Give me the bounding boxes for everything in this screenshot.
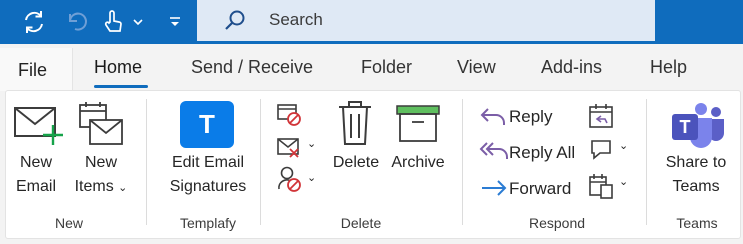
- templafy-logo-icon: T: [180, 101, 234, 148]
- ignore-icon: [277, 104, 301, 126]
- undo-icon[interactable]: [63, 0, 93, 44]
- tab-addins[interactable]: Add-ins: [541, 57, 602, 78]
- ribbon-panel: New Email New Items ⌄ New T Edit Email S…: [5, 90, 741, 239]
- teams-logo-icon: T: [672, 103, 724, 148]
- customize-toolbar-icon[interactable]: [164, 0, 186, 44]
- search-box[interactable]: Search: [197, 0, 655, 41]
- group-divider: [146, 99, 147, 225]
- edit-signatures-label-2: Signatures: [169, 178, 247, 195]
- meeting-reply-icon: [589, 104, 613, 128]
- chat-reply-icon: [591, 140, 611, 160]
- chevron-down-icon: ⌄: [619, 140, 629, 152]
- group-label-teams: Teams: [676, 215, 718, 231]
- new-items-label-1: New: [84, 154, 117, 171]
- group-divider: [646, 99, 647, 225]
- archive-label: Archive: [391, 154, 445, 171]
- tab-file-label: File: [18, 60, 48, 80]
- clean-up-icon: [277, 138, 299, 158]
- templafy-logo-letter: T: [199, 109, 215, 139]
- chevron-down-icon: ⌄: [118, 182, 128, 194]
- reply-label: Reply: [509, 107, 553, 126]
- chevron-down-icon: ⌄: [307, 138, 317, 150]
- edit-signatures-label-1: Edit Email: [171, 154, 245, 171]
- search-input[interactable]: Search: [269, 10, 323, 30]
- share-teams-label-1: Share to: [665, 154, 727, 171]
- active-tab-indicator: [94, 85, 148, 88]
- new-email-label-1: New: [19, 154, 52, 171]
- group-label-delete: Delete: [340, 215, 382, 231]
- new-email-label-2: Email: [15, 178, 56, 195]
- tab-home[interactable]: Home: [94, 57, 142, 78]
- tab-file[interactable]: File: [0, 48, 73, 91]
- teams-logo-letter: T: [680, 117, 691, 137]
- more-respond-icon: [589, 174, 613, 199]
- tab-folder[interactable]: Folder: [361, 57, 412, 78]
- group-label-respond: Respond: [528, 215, 586, 231]
- share-teams-label-2: Teams: [672, 178, 720, 195]
- tab-send-receive[interactable]: Send / Receive: [191, 57, 313, 78]
- chevron-down-icon: ⌄: [307, 172, 317, 184]
- chevron-down-icon: ⌄: [619, 176, 629, 188]
- tab-help[interactable]: Help: [650, 57, 687, 78]
- archive-icon: [396, 105, 440, 142]
- trash-icon: [339, 101, 371, 145]
- reply-icon: [480, 108, 505, 125]
- group-label-templafy: Templafy: [179, 215, 237, 231]
- new-items-icon: [79, 102, 123, 145]
- group-label-new: New: [54, 215, 83, 231]
- ribbon-tabs: File Home Send / Receive Folder View Add…: [0, 44, 743, 96]
- reply-all-label: Reply All: [509, 143, 576, 162]
- chevron-down-icon[interactable]: [130, 0, 146, 44]
- group-divider: [260, 99, 261, 225]
- new-email-icon: [14, 107, 63, 145]
- title-bar: Search: [0, 0, 743, 44]
- forward-label: Forward: [509, 179, 572, 198]
- tab-view[interactable]: View: [457, 57, 496, 78]
- delete-label: Delete: [332, 154, 380, 171]
- group-divider: [462, 99, 463, 225]
- search-icon: [225, 10, 245, 30]
- new-items-label-2: Items: [74, 178, 114, 195]
- forward-icon: [482, 180, 507, 196]
- junk-icon: [278, 166, 301, 192]
- reply-all-icon: [479, 142, 508, 159]
- touch-mode-icon[interactable]: [99, 0, 127, 44]
- sync-icon[interactable]: [18, 0, 50, 44]
